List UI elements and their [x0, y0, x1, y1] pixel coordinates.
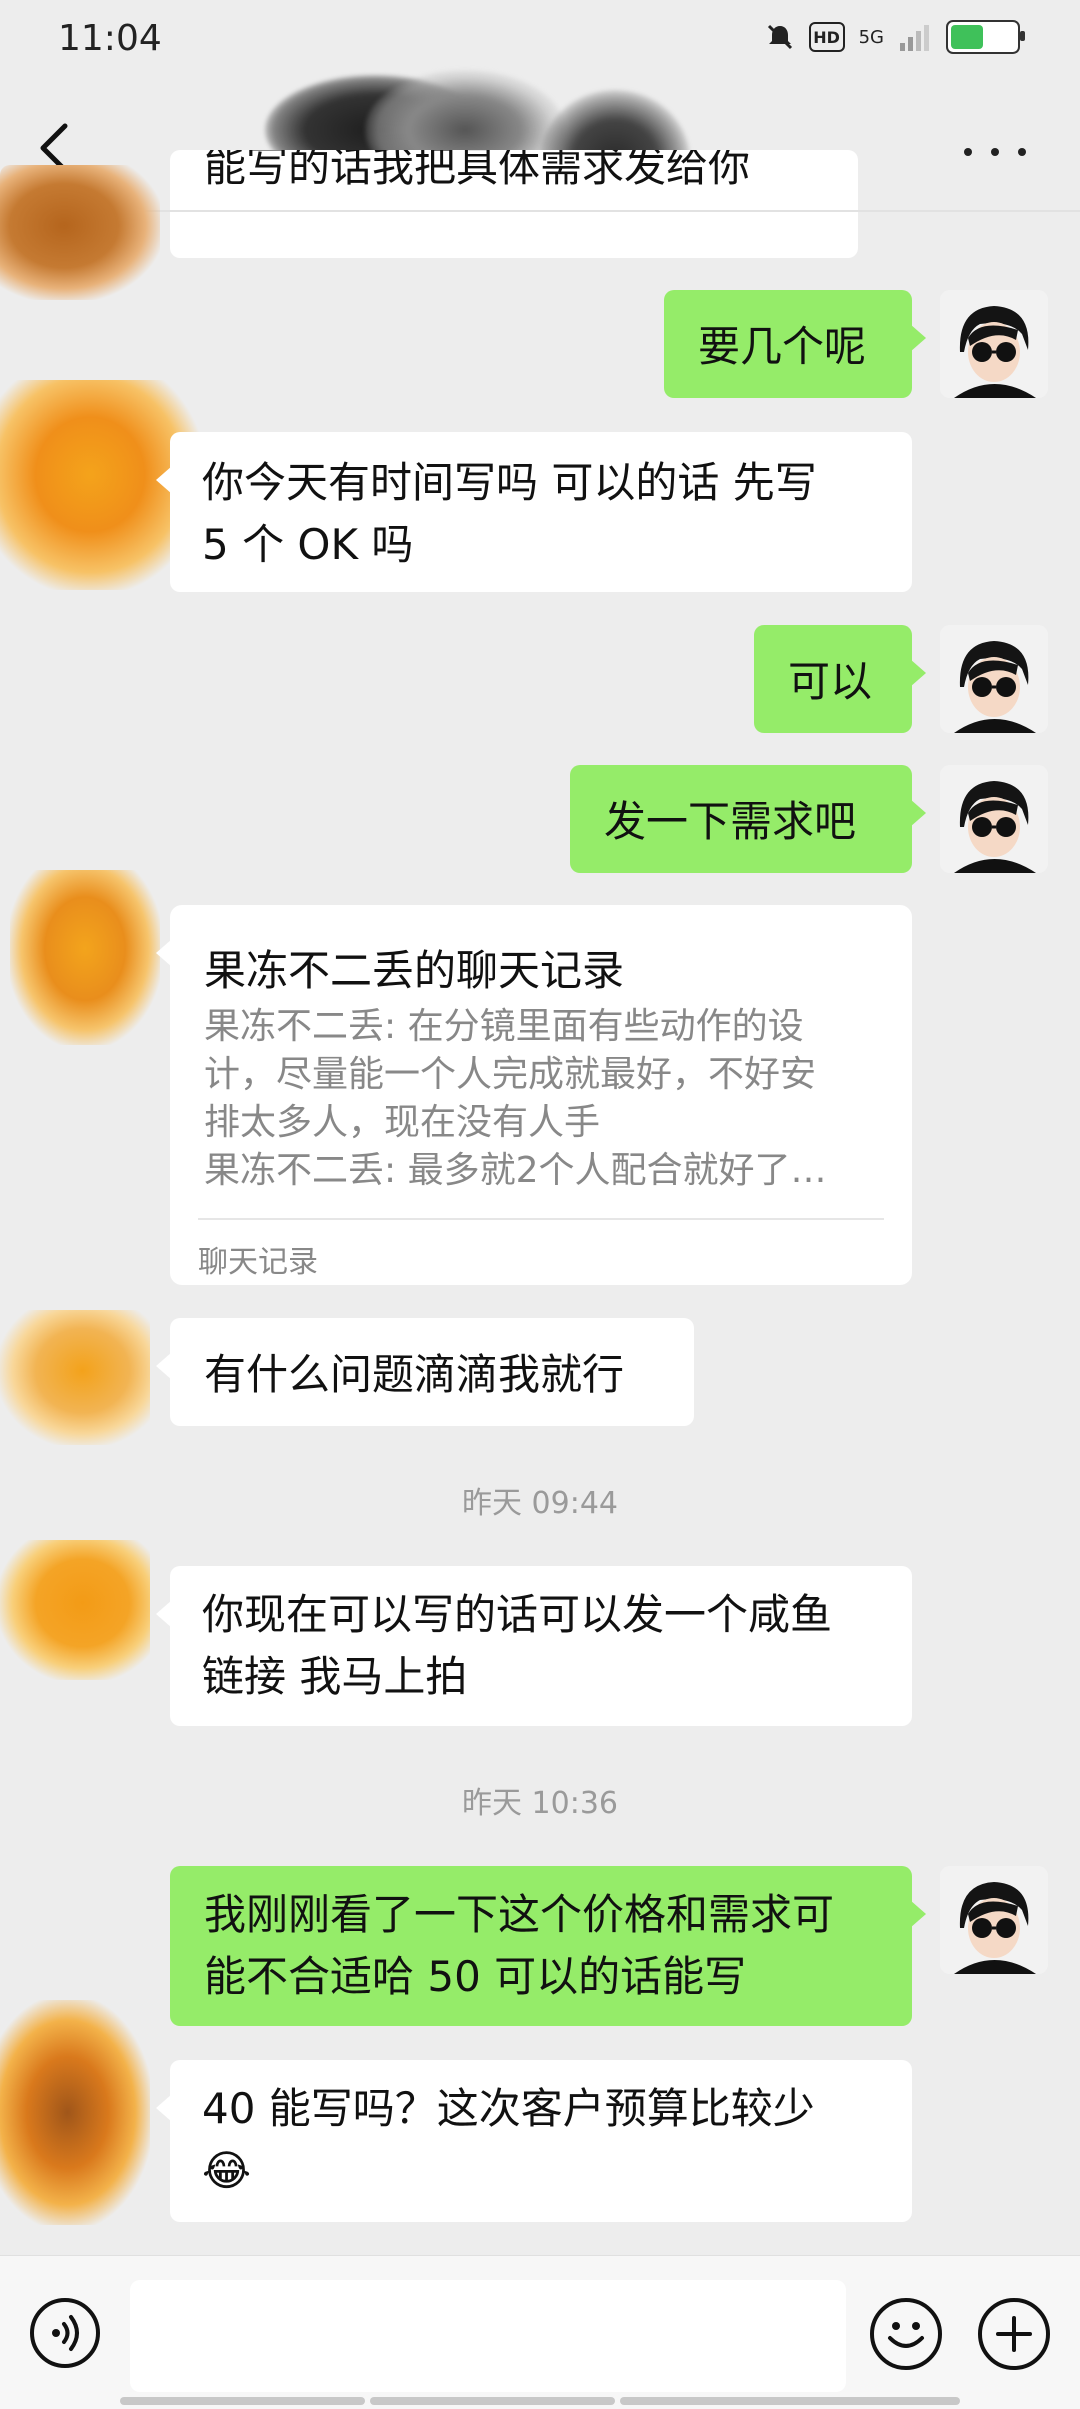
avatar[interactable]: [940, 290, 1048, 398]
message-received: 40 能写吗？这次客户预算比较少 😂: [156, 2060, 912, 2222]
message-received: 能写的话我把具体需求发给你: [170, 150, 858, 258]
avatar[interactable]: [940, 765, 1048, 873]
avatar-boy-sunglasses-icon: [940, 290, 1048, 398]
avatar[interactable]: [0, 1540, 150, 1680]
bell-mute-icon: [765, 22, 795, 52]
message-sent: 要几个呢: [664, 290, 926, 398]
chat-record-card[interactable]: 果冻不二丢的聊天记录 果冻不二丢: 在分镜里面有些动作的设 计，尽量能一个人完成…: [156, 905, 912, 1285]
message-sent: 可以: [754, 625, 926, 733]
avatar[interactable]: [0, 165, 160, 300]
header-divider: [0, 210, 1080, 212]
chat-record-title: 果冻不二丢的聊天记录: [204, 946, 625, 995]
battery-icon: [946, 20, 1025, 54]
message-received: 有什么问题滴滴我就行: [156, 1318, 694, 1426]
gesture-bar: [620, 2397, 960, 2405]
avatar[interactable]: [940, 1866, 1048, 1974]
gesture-bar: [370, 2397, 615, 2405]
status-icons: HD 5G: [765, 20, 1025, 54]
chat-record-preview: 果冻不二丢: 在分镜里面有些动作的设 计，尽量能一个人完成就最好，不好安 排太多…: [204, 1006, 827, 1191]
hd-icon: HD: [808, 22, 845, 52]
more-button[interactable]: [960, 130, 1030, 170]
emoji-button[interactable]: [870, 2298, 942, 2370]
voice-button[interactable]: [30, 2298, 100, 2368]
message-input[interactable]: [130, 2280, 846, 2392]
divider: [198, 1218, 884, 1220]
avatar[interactable]: [0, 2000, 150, 2225]
signal-icon: [898, 22, 932, 52]
avatar[interactable]: [0, 1310, 150, 1445]
tears-of-joy-emoji: 😂: [202, 2146, 252, 2195]
network-type: 5G: [858, 26, 884, 48]
status-time: 11:04: [58, 18, 162, 59]
avatar[interactable]: [10, 870, 160, 1045]
chat-record-footer: 聊天记录: [198, 1245, 318, 1280]
timestamp: 昨天 09:44: [462, 1486, 618, 1521]
avatar-boy-sunglasses-icon: [940, 765, 1048, 873]
plus-button[interactable]: [978, 2298, 1050, 2370]
avatar[interactable]: [940, 625, 1048, 733]
message-sent: 发一下需求吧: [570, 765, 926, 873]
emoji-icon: [888, 2322, 924, 2348]
message-received: 你现在可以写的话可以发一个咸鱼 链接 我马上拍: [156, 1566, 912, 1726]
message-received: 你今天有时间写吗 可以的话 先写 5 个 OK 吗: [156, 432, 912, 592]
timestamp: 昨天 10:36: [462, 1786, 618, 1821]
avatar-boy-sunglasses-icon: [940, 1866, 1048, 1974]
gesture-bar: [120, 2397, 365, 2405]
plus-icon: [996, 2316, 1032, 2352]
voice-icon: [52, 2315, 79, 2351]
avatar-boy-sunglasses-icon: [940, 625, 1048, 733]
message-sent: 我刚刚看了一下这个价格和需求可 能不合适哈 50 可以的话能写: [170, 1866, 926, 2026]
